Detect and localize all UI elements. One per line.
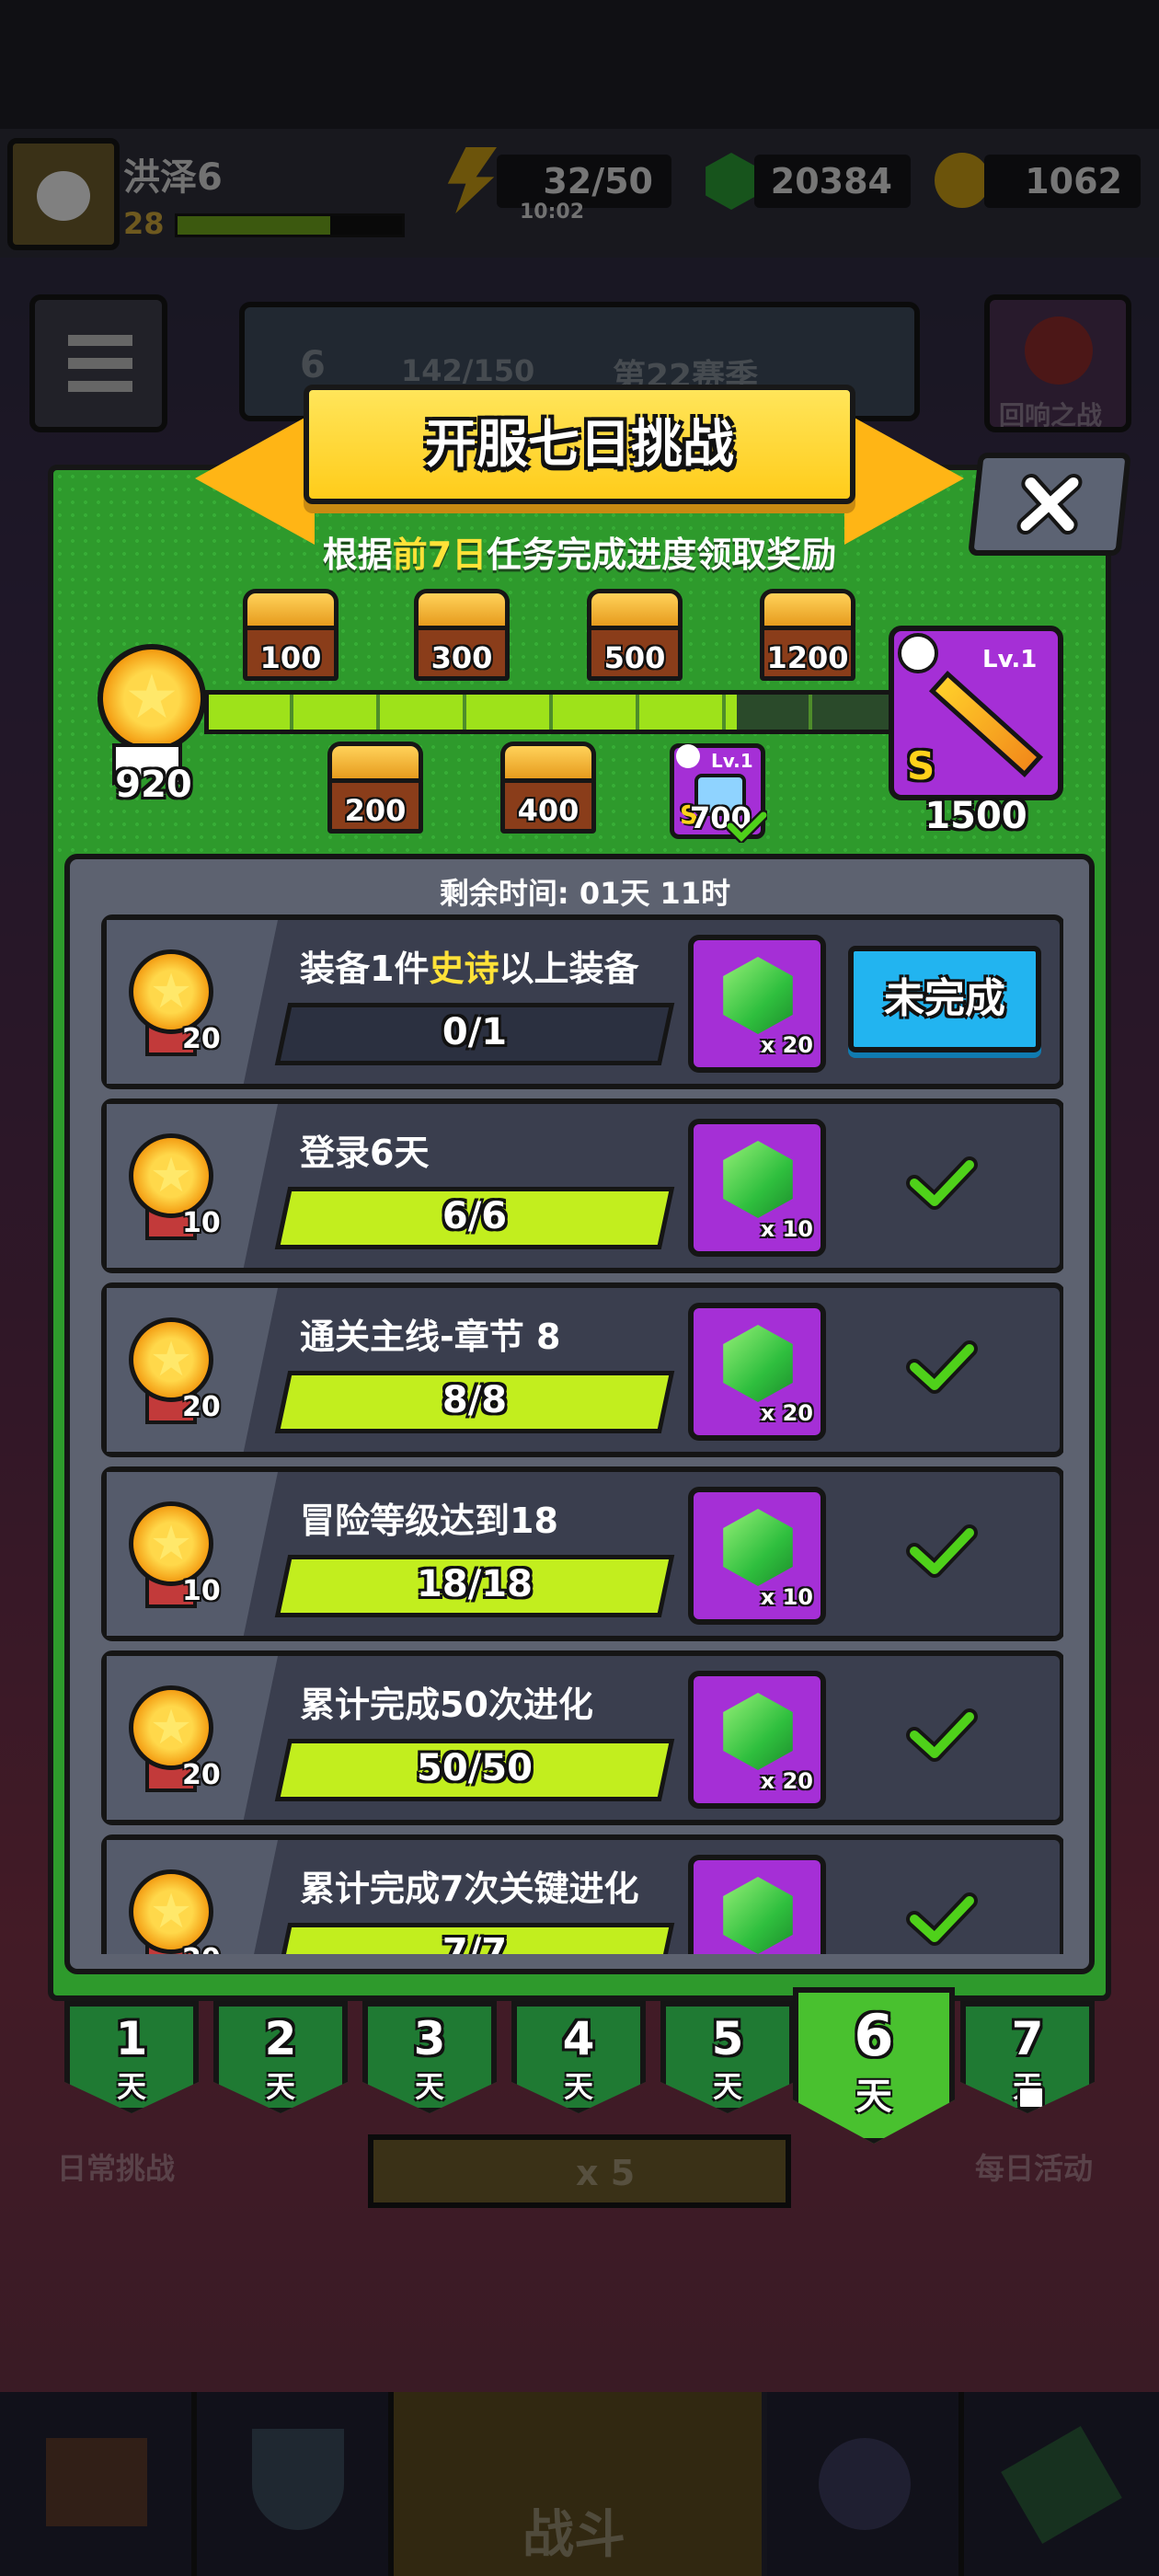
task-points: 20 xyxy=(182,1759,221,1791)
star-medal-icon: ★ xyxy=(129,1501,213,1586)
banner-right-arrow xyxy=(844,412,964,545)
final-reward-rank: S xyxy=(907,743,935,788)
day-number: 6 xyxy=(854,2002,894,2069)
task-description: 冒险等级达到18 xyxy=(300,1501,558,1541)
points-star-badge: ★ xyxy=(98,644,206,753)
small-reward-level: Lv.1 xyxy=(711,750,753,772)
milestone-chest-7[interactable]: 1200 xyxy=(760,589,855,684)
task-description: 通关主线-章节 8 xyxy=(300,1317,561,1357)
completed-check-icon xyxy=(905,1156,979,1211)
completed-check-icon xyxy=(905,1340,979,1395)
day-label: 天 xyxy=(855,2076,892,2118)
milestone-chest-2[interactable]: 200 xyxy=(327,742,423,837)
milestone-progress-bar xyxy=(204,690,900,734)
modal-title-banner: 开服七日挑战 xyxy=(304,385,855,504)
final-reward-sword[interactable]: Lv.1 S xyxy=(889,626,1063,800)
task-description: 装备1件史诗以上装备 xyxy=(300,949,639,989)
task-panel: 剩余时间: 01天 11时 ★ 20 装备1件史诗以上装备 0/1 x 20 未完成 ★ 10… xyxy=(64,854,1095,1974)
day-number: 3 xyxy=(413,2012,446,2065)
task-row: ★ 20 装备1件史诗以上装备 0/1 x 20 未完成 xyxy=(101,914,1063,1089)
gem-reward-count: x 20 xyxy=(694,1952,820,1954)
task-progress-text: 7/7 xyxy=(442,1931,508,1954)
star-icon: ★ xyxy=(124,661,179,732)
task-description: 累计完成7次关键进化 xyxy=(300,1869,639,1909)
task-points: 20 xyxy=(182,1023,221,1055)
lock-icon xyxy=(1017,2086,1045,2110)
modal-subtitle: 根据前7日任务完成进度领取奖励 xyxy=(322,535,837,575)
check-icon xyxy=(727,810,767,843)
gem-icon xyxy=(723,1325,793,1402)
day-number: 4 xyxy=(562,2012,595,2065)
star-medal-icon: ★ xyxy=(129,1685,213,1770)
sword-badge-icon xyxy=(898,633,938,673)
task-progress-text: 6/6 xyxy=(442,1195,508,1237)
milestone-chest-5[interactable]: 500 xyxy=(587,589,683,684)
completed-check-icon xyxy=(905,1524,979,1579)
gem-reward[interactable]: x 20 xyxy=(688,1671,826,1809)
task-points: 20 xyxy=(182,1391,221,1423)
star-medal-icon: ★ xyxy=(129,1869,213,1954)
task-description: 累计完成50次进化 xyxy=(300,1685,593,1725)
gem-reward-count: x 10 xyxy=(760,1216,813,1242)
task-progress-text: 0/1 xyxy=(442,1011,508,1053)
task-row: ★ 20 通关主线-章节 8 8/8 x 20 xyxy=(101,1282,1063,1457)
banner-left-arrow xyxy=(195,412,315,545)
sword-icon xyxy=(928,671,1044,777)
gem-icon xyxy=(723,1877,793,1954)
day-number: 2 xyxy=(264,2012,297,2065)
remaining-time: 剩余时间: 01天 11时 xyxy=(439,876,731,911)
gem-reward[interactable]: x 10 xyxy=(688,1487,826,1625)
star-medal-icon: ★ xyxy=(129,1133,213,1218)
star-medal-icon: ★ xyxy=(129,1317,213,1402)
milestone-chest-4[interactable]: 400 xyxy=(500,742,596,837)
milestone-chest-3[interactable]: 300 xyxy=(414,589,510,684)
gem-reward-count: x 10 xyxy=(760,1584,813,1610)
gem-reward[interactable]: x 20 xyxy=(688,935,826,1073)
gem-reward-count: x 20 xyxy=(760,1032,813,1058)
task-progress-text: 50/50 xyxy=(417,1747,533,1789)
day-number: 7 xyxy=(1011,2012,1044,2065)
gem-icon xyxy=(723,957,793,1034)
shirt-icon xyxy=(676,744,700,768)
star-medal-icon: ★ xyxy=(129,949,213,1034)
incomplete-button[interactable]: 未完成 xyxy=(848,946,1041,1052)
gem-reward-count: x 20 xyxy=(760,1768,813,1794)
milestone-chest-1[interactable]: 100 xyxy=(243,589,339,684)
gem-reward[interactable]: x 10 xyxy=(688,1119,826,1257)
task-row: ★ 10 登录6天 6/6 x 10 xyxy=(101,1098,1063,1273)
gem-icon xyxy=(723,1509,793,1586)
gem-icon xyxy=(723,1693,793,1770)
gem-icon xyxy=(723,1141,793,1218)
task-progress-text: 18/18 xyxy=(417,1563,533,1605)
task-row: ★ 20 累计完成50次进化 50/50 x 20 xyxy=(101,1650,1063,1825)
task-progress-text: 8/8 xyxy=(442,1379,508,1421)
gem-reward[interactable]: x 20 xyxy=(688,1855,826,1954)
completed-check-icon xyxy=(905,1708,979,1763)
gem-reward-count: x 20 xyxy=(760,1400,813,1426)
modal-title: 开服七日挑战 xyxy=(425,415,734,475)
day-number: 5 xyxy=(711,2012,744,2065)
task-points: 10 xyxy=(182,1575,221,1607)
task-description: 登录6天 xyxy=(300,1133,430,1173)
final-reward-level: Lv.1 xyxy=(982,646,1038,673)
current-points: 920 xyxy=(115,764,192,806)
milestone-progress-fill xyxy=(209,695,738,730)
gem-reward[interactable]: x 20 xyxy=(688,1303,826,1441)
task-row: ★ 10 冒险等级达到18 18/18 x 10 xyxy=(101,1466,1063,1641)
task-points: 20 xyxy=(182,1943,221,1954)
task-list[interactable]: ★ 20 装备1件史诗以上装备 0/1 x 20 未完成 ★ 10 登录6天 6/6 x 10 ★ 20… xyxy=(96,914,1063,1954)
task-points: 10 xyxy=(182,1207,221,1239)
task-row: ★20 累计完成7次关键进化 7/7 x 20 xyxy=(101,1834,1063,1954)
final-reward-value: 1500 xyxy=(924,795,1027,837)
completed-check-icon xyxy=(905,1892,979,1947)
day-number: 1 xyxy=(115,2012,148,2065)
